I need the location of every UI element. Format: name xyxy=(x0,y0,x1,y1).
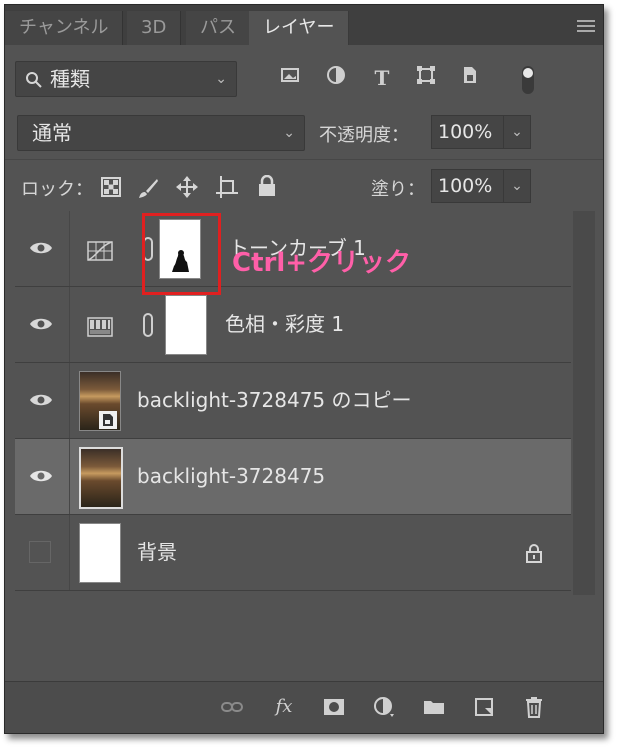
opacity-input[interactable]: 100% xyxy=(431,115,509,149)
divider xyxy=(5,159,603,160)
lock-label: ロック： xyxy=(21,179,93,200)
layer-name: 色相・彩度 1 xyxy=(225,312,345,336)
opacity-slider-button[interactable]: ⌄ xyxy=(503,115,531,149)
panel-menu-icon[interactable] xyxy=(577,20,595,32)
layer-row[interactable]: 色相・彩度 1 xyxy=(15,287,571,363)
lock-artboard-icon[interactable] xyxy=(215,175,239,203)
curves-adjustment-icon[interactable] xyxy=(87,241,113,261)
divider xyxy=(69,439,70,514)
eye-icon[interactable] xyxy=(29,239,53,257)
layers-panel: チャンネル 3D パス レイヤー 種類 ⌄ T 通常 ⌄ 不透明度： 100% … xyxy=(4,4,604,734)
type-filter-icon[interactable]: T xyxy=(369,65,395,91)
scrollbar[interactable] xyxy=(573,211,595,595)
divider xyxy=(69,211,70,286)
new-layer-icon[interactable] xyxy=(473,696,495,718)
layer-name: backlight-3728475 のコピー xyxy=(137,388,412,412)
fx-icon[interactable]: fx xyxy=(273,696,295,718)
filter-row: 種類 ⌄ T xyxy=(15,61,595,101)
link-icon[interactable] xyxy=(143,237,153,261)
filter-kind-label: 種類 xyxy=(50,67,90,91)
eye-icon[interactable] xyxy=(29,391,53,409)
filter-toggle-icon[interactable] xyxy=(515,65,541,94)
divider xyxy=(69,363,70,438)
chevron-down-icon: ⌄ xyxy=(215,71,227,87)
tab-bar: チャンネル 3D パス レイヤー xyxy=(5,5,603,45)
new-group-icon[interactable] xyxy=(423,696,445,718)
hue-saturation-adjustment-icon[interactable] xyxy=(87,317,113,337)
tab-layers[interactable]: レイヤー xyxy=(249,11,350,45)
lock-all-icon[interactable] xyxy=(257,174,277,201)
lock-transparent-icon[interactable] xyxy=(101,177,121,201)
layer-row[interactable]: backlight-3728475 のコピー xyxy=(15,363,571,439)
smart-object-badge-icon xyxy=(99,411,117,433)
blend-mode-label: 通常 xyxy=(32,121,72,145)
tab-paths[interactable]: パス xyxy=(186,11,251,45)
visibility-toggle[interactable] xyxy=(29,541,51,563)
eye-icon[interactable] xyxy=(29,315,53,333)
smart-object-filter-icon[interactable] xyxy=(457,65,483,91)
new-adjustment-icon[interactable] xyxy=(373,696,395,718)
link-layers-icon[interactable] xyxy=(221,696,243,718)
lock-move-icon[interactable] xyxy=(175,175,199,203)
layer-name: 背景 xyxy=(137,540,177,564)
layer-row[interactable]: 背景 xyxy=(15,515,571,591)
chevron-down-icon: ⌄ xyxy=(283,125,295,141)
tab-3d[interactable]: 3D xyxy=(127,11,182,45)
layer-row[interactable]: backlight-3728475 xyxy=(15,439,571,515)
blend-mode-dropdown[interactable]: 通常 ⌄ xyxy=(17,115,305,151)
add-mask-icon[interactable] xyxy=(323,696,345,718)
fill-input[interactable]: 100% xyxy=(431,169,509,203)
divider xyxy=(69,287,70,362)
lock-paint-icon[interactable] xyxy=(137,177,159,203)
filter-kind-dropdown[interactable]: 種類 ⌄ xyxy=(15,61,237,97)
annotation-text: Ctrl+クリック xyxy=(232,248,412,278)
layer-mask-thumbnail[interactable] xyxy=(159,219,201,279)
tab-channels[interactable]: チャンネル xyxy=(5,11,124,45)
layer-thumbnail[interactable] xyxy=(79,447,123,509)
link-icon[interactable] xyxy=(143,313,153,337)
delete-icon[interactable] xyxy=(523,696,545,718)
fill-label: 塗り： xyxy=(371,179,425,200)
shape-filter-icon[interactable] xyxy=(413,65,439,91)
image-filter-icon[interactable] xyxy=(277,65,303,91)
opacity-label: 不透明度： xyxy=(319,125,409,146)
eye-icon[interactable] xyxy=(29,467,53,485)
layer-mask-thumbnail[interactable] xyxy=(165,295,207,355)
adjustment-filter-icon[interactable] xyxy=(323,65,349,91)
fill-slider-button[interactable]: ⌄ xyxy=(503,169,531,203)
bottom-toolbar: fx xyxy=(5,681,603,733)
layer-thumbnail[interactable] xyxy=(79,523,121,583)
lock-icon xyxy=(525,543,543,563)
search-icon xyxy=(26,62,42,106)
divider xyxy=(69,515,70,590)
layer-name: backlight-3728475 xyxy=(137,464,326,488)
